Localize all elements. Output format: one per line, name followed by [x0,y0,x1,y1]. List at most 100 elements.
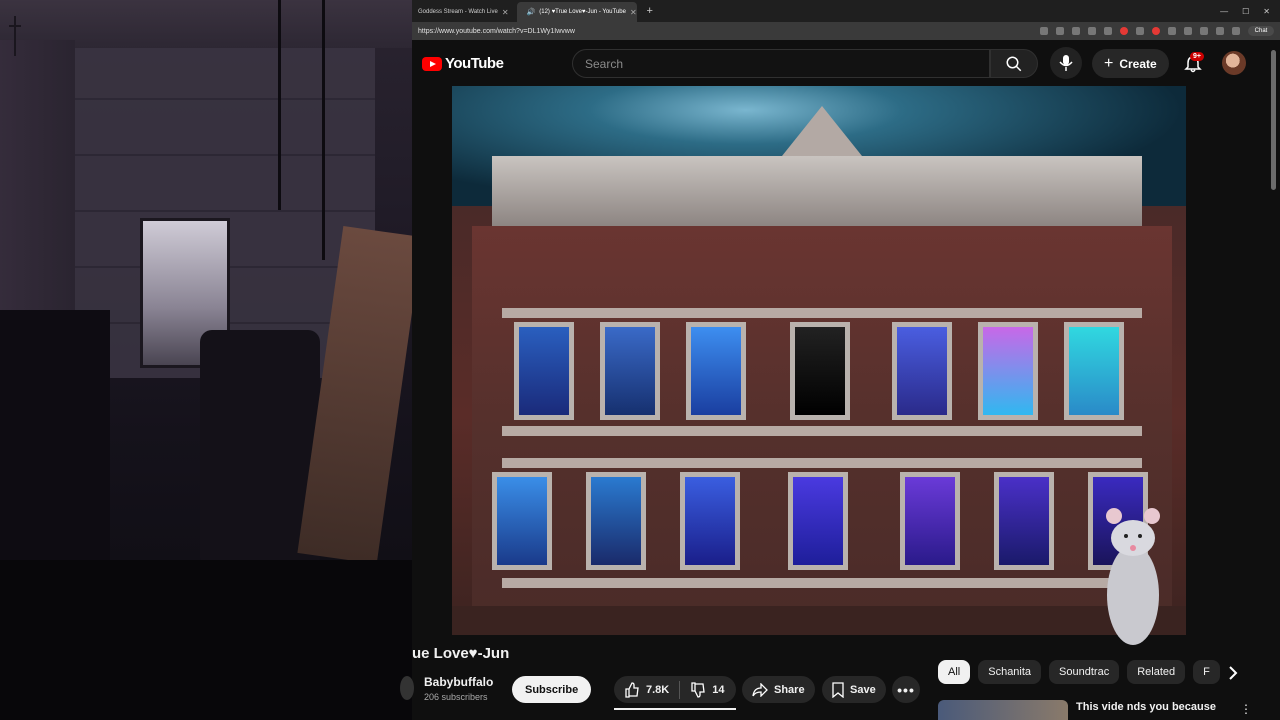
recommendation-title[interactable]: This vide nds you because [1076,701,1216,713]
bookmark-icon [832,681,844,698]
url-field[interactable]: https://www.youtube.com/watch?v=DL1Wy1Iw… [418,28,575,35]
thumbs-down-icon[interactable] [690,681,706,698]
maximize-icon[interactable]: ☐ [1242,7,1249,16]
logo-text: YouTube [445,55,504,72]
video-window [686,322,746,420]
chip-all[interactable]: All [938,660,971,684]
video-street [452,606,1186,635]
video-ledge [502,578,1142,588]
recommendation-thumbnail[interactable] [938,700,1068,720]
video-window [892,322,952,420]
extension-red-icon[interactable] [1152,27,1160,35]
divider [679,680,681,699]
like-ratio-bar [614,708,736,710]
recommendation-menu-button[interactable]: ⋮ [1240,700,1252,718]
close-icon[interactable]: ✕ [502,8,509,17]
webcam-overlay [0,0,412,720]
tab-title: (12) ♥True Love♥-Jun - YouTube [539,9,626,15]
subscriber-count: 206 subscribers [424,692,488,702]
subscribe-button[interactable]: Subscribe [512,676,592,703]
search-input[interactable] [573,50,989,77]
extension-icon[interactable] [1200,27,1208,35]
extension-icon[interactable] [1184,27,1192,35]
extension-icon[interactable] [1104,27,1112,35]
install-icon[interactable] [1040,27,1048,35]
save-label: Save [850,683,876,696]
channel-avatar[interactable] [400,676,414,700]
scrollbar-thumb[interactable] [1271,50,1276,190]
menu-icon[interactable] [1232,27,1240,35]
tab-strip: Goddess Stream - Watch Live ✕ 🔊 (12) ♥Tr… [412,0,1280,22]
extensions-toolbar: Chat [1040,26,1274,36]
cam-rope [322,0,325,260]
youtube-header: YouTube + Create 9+ [412,40,1280,86]
chip-soundtrack[interactable]: Soundtrac [1049,660,1120,684]
extension-icon[interactable] [1168,27,1176,35]
screen: Goddess Stream - Watch Live ✕ 🔊 (12) ♥Tr… [0,0,1280,720]
share-icon [752,682,768,697]
video-window [790,322,850,420]
more-actions-button[interactable]: ••• [892,676,920,703]
youtube-play-icon [422,56,442,71]
more-vertical-icon: ⋮ [1240,702,1252,716]
video-window [994,472,1054,570]
chat-button[interactable]: Chat [1248,26,1274,36]
video-window [900,472,960,570]
youtube-logo[interactable]: YouTube [422,55,504,72]
chips-next-button[interactable] [1222,662,1244,684]
account-avatar[interactable] [1222,51,1246,75]
video-window [1064,322,1124,420]
recommendation-chips: All Schanita Soundtrac Related F [938,660,1238,686]
extension-icon[interactable] [1088,27,1096,35]
like-dislike-group: 7.8K 14 [614,676,736,703]
voice-search-button[interactable] [1050,47,1082,79]
chevron-right-icon [1229,666,1238,680]
extension-icon[interactable] [1136,27,1144,35]
close-window-icon[interactable]: ✕ [1263,7,1270,16]
video-ledge [502,458,1142,468]
microphone-icon [1059,55,1073,71]
save-button[interactable]: Save [822,676,886,703]
bookmark-star-icon[interactable] [1072,27,1080,35]
speaker-icon[interactable]: 🔊 [527,8,536,16]
page-scrollbar[interactable] [1270,44,1278,720]
thumbs-up-icon[interactable] [624,681,640,698]
video-building-cornice [492,156,1142,226]
mouse-sticker [1106,508,1160,645]
video-ledge [502,426,1142,436]
create-label: Create [1119,56,1157,71]
tab-goddess-stream[interactable]: Goddess Stream - Watch Live ✕ [412,2,515,22]
video-title: ue Love♥-Jun [412,645,510,662]
plus-icon: + [1104,54,1114,72]
video-window [514,322,574,420]
chip-more[interactable]: F [1193,660,1220,684]
video-player[interactable] [452,86,1186,635]
search-box [572,49,990,78]
video-ledge [502,308,1142,318]
more-horizontal-icon: ••• [897,681,915,698]
dislike-count[interactable]: 14 [712,684,724,696]
create-button[interactable]: + Create [1092,49,1169,78]
extension-red-icon[interactable] [1120,27,1128,35]
share-label: Share [774,683,805,696]
channel-name[interactable]: Babybuffalo [424,675,493,689]
like-count[interactable]: 7.8K [646,684,669,696]
video-window [492,472,552,570]
zoom-icon[interactable] [1056,27,1064,35]
search-button[interactable] [990,49,1038,78]
chip-related[interactable]: Related [1127,660,1186,684]
tab-youtube[interactable]: 🔊 (12) ♥True Love♥-Jun - YouTube ✕ [516,2,637,22]
new-tab-button[interactable]: + [639,5,661,17]
close-icon[interactable]: ✕ [630,8,637,17]
address-bar: https://www.youtube.com/watch?v=DL1Wy1Iw… [412,22,1280,40]
share-button[interactable]: Share [742,676,815,703]
video-window [978,322,1038,420]
minimize-icon[interactable]: — [1220,7,1228,16]
video-window [788,472,848,570]
window-controls: — ☐ ✕ [1220,7,1280,16]
cam-rope [278,0,281,210]
chip-schanita[interactable]: Schanita [978,660,1042,684]
search-icon [1006,56,1022,71]
profile-icon[interactable] [1216,27,1224,35]
cross-icon [9,16,21,56]
